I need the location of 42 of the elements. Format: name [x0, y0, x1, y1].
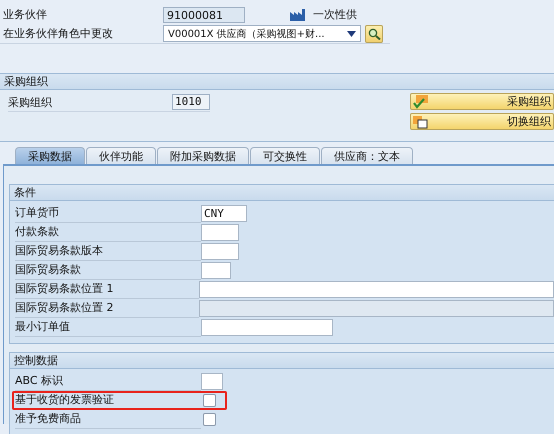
tab[interactable]: 采购数据: [15, 147, 85, 164]
group-title: 控制数据: [10, 353, 554, 369]
switch-icon: [413, 114, 429, 128]
field-label: 国际贸易条款位置 2: [15, 299, 199, 318]
field-label: 订单货币: [15, 204, 201, 223]
group-title: 条件: [10, 185, 554, 201]
role-dropdown[interactable]: V00001X 供应商（采购视图+财...: [163, 25, 361, 42]
field-label: 最小订单值: [15, 318, 201, 337]
tab[interactable]: 供应商：文本: [321, 147, 413, 164]
org-button[interactable]: 切换组织: [410, 113, 554, 130]
input-field[interactable]: [201, 319, 333, 336]
group-title: 采购组织: [0, 74, 554, 90]
field-label: 采购组织: [8, 94, 53, 110]
org-button[interactable]: 采购组织: [410, 93, 554, 110]
caret-icon: [347, 30, 356, 36]
tab[interactable]: 伙伴功能: [86, 147, 156, 164]
field-label: ABC 标识: [15, 372, 201, 391]
search-button[interactable]: [365, 24, 383, 42]
input-field[interactable]: [201, 224, 239, 241]
partner-type-text: 一次性供: [313, 7, 357, 22]
checkbox[interactable]: [203, 394, 216, 407]
check-icon: [413, 94, 429, 108]
field-label: 业务伙伴: [2, 7, 48, 22]
partner-number-field: 91000081: [163, 6, 245, 22]
input-field[interactable]: CNY: [201, 205, 247, 222]
purchasing-org-field: 1010: [172, 94, 210, 110]
field-label: 准予免费商品: [15, 410, 201, 429]
tab[interactable]: 可交换性: [250, 147, 320, 164]
field-label: 国际贸易条款位置 1: [15, 280, 199, 299]
search-icon: [368, 28, 380, 40]
field-label: 基于收货的发票验证: [15, 391, 201, 410]
tab[interactable]: 附加采购数据: [157, 147, 249, 164]
field-label: 付款条款: [15, 223, 201, 242]
checkbox[interactable]: [203, 413, 216, 426]
input-field[interactable]: [201, 243, 239, 260]
input-field[interactable]: [201, 262, 231, 279]
field-label: 国际贸易条款版本: [15, 242, 201, 261]
field-label: 在业务伙伴角色中更改: [2, 26, 114, 41]
input-field[interactable]: [201, 373, 223, 390]
field-label: 国际贸易条款: [15, 261, 201, 280]
input-field[interactable]: [198, 281, 554, 298]
factory-icon: [289, 8, 307, 22]
